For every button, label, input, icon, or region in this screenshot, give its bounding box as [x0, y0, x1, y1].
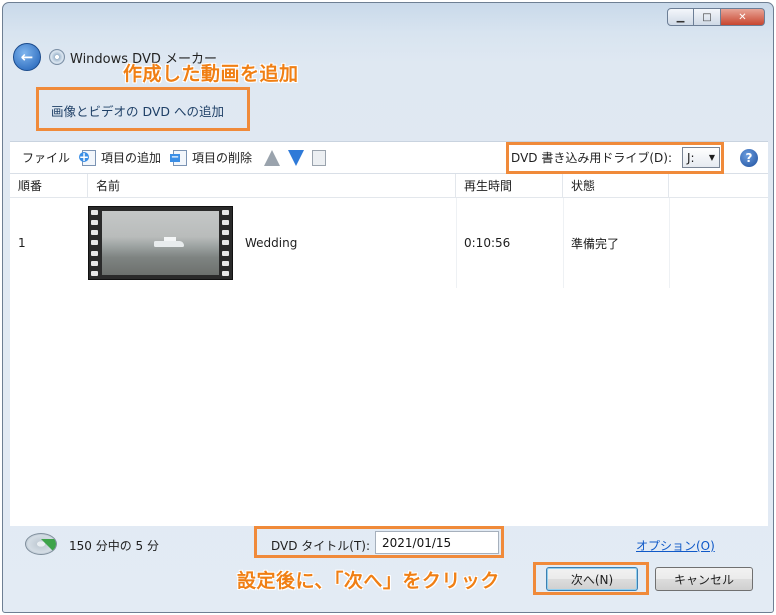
remove-item-icon: [170, 149, 188, 166]
move-down-icon[interactable]: [288, 149, 305, 166]
cell-order: 1: [18, 236, 26, 250]
video-thumbnail: [88, 206, 233, 280]
cell-status: 準備完了: [571, 236, 620, 251]
dvd-maker-icon: [49, 49, 65, 65]
table-row[interactable]: 1 Wedding 0:10:56 準備完了: [10, 198, 768, 288]
column-header-order[interactable]: 順番: [10, 174, 88, 197]
film-sprocket-left: [91, 210, 99, 276]
help-icon[interactable]: ?: [740, 149, 758, 167]
add-item-label: 項目の追加: [101, 151, 162, 165]
film-sprocket-right: [222, 210, 230, 276]
remove-item-button[interactable]: 項目の削除: [170, 149, 253, 166]
page-subtitle: 画像とビデオの DVD への追加: [51, 104, 225, 119]
file-menu[interactable]: ファイル: [22, 149, 70, 166]
maximize-button[interactable]: □: [694, 8, 721, 26]
annotation-add-video: 作成した動画を追加: [123, 63, 299, 85]
column-header-duration[interactable]: 再生時間: [456, 174, 563, 197]
dvd-maker-window: ▁ □ ✕ ← Windows DVD メーカー 作成した動画を追加 画像とビデ…: [2, 2, 774, 613]
cell-duration: 0:10:56: [464, 236, 511, 250]
table-header: 順番 名前 再生時間 状態: [10, 174, 768, 198]
back-arrow-icon[interactable]: ←: [13, 43, 41, 71]
annotation-click-next: 設定後に、「次へ」をクリック: [237, 570, 500, 592]
close-button[interactable]: ✕: [721, 8, 765, 26]
add-item-icon: [79, 149, 97, 166]
minimize-button[interactable]: ▁: [667, 8, 694, 26]
file-menu-label: ファイル: [22, 151, 71, 165]
disc-usage-icon: [25, 533, 57, 555]
footer: 150 分中の 5 分 DVD タイトル(T): オプション(O) 設定後に、「…: [3, 526, 773, 612]
column-header-status[interactable]: 状態: [563, 174, 669, 197]
content-area: ファイル 項目の追加 項目の削除 DVD 書き込み用ドライブ(D): J: ▼ …: [10, 141, 768, 526]
column-divider: [669, 198, 670, 288]
folder-up-icon[interactable]: [312, 149, 327, 166]
add-item-button[interactable]: 項目の追加: [79, 149, 162, 166]
options-link[interactable]: オプション(O): [636, 537, 715, 554]
annotation-box-drive: [506, 142, 724, 174]
column-header-name[interactable]: 名前: [88, 174, 456, 197]
remove-item-label: 項目の削除: [192, 151, 253, 165]
move-up-icon[interactable]: [264, 149, 281, 166]
thumbnail-image: [102, 211, 219, 275]
annotation-box-next: [533, 562, 649, 595]
capacity-text: 150 分中の 5 分: [69, 539, 159, 553]
annotation-box-title: [254, 526, 504, 558]
window-controls: ▁ □ ✕: [667, 8, 765, 26]
cancel-button[interactable]: キャンセル: [655, 567, 753, 591]
video-name: Wedding: [245, 236, 298, 250]
boat-shape: [154, 237, 184, 247]
cell-name: Wedding: [88, 206, 456, 280]
